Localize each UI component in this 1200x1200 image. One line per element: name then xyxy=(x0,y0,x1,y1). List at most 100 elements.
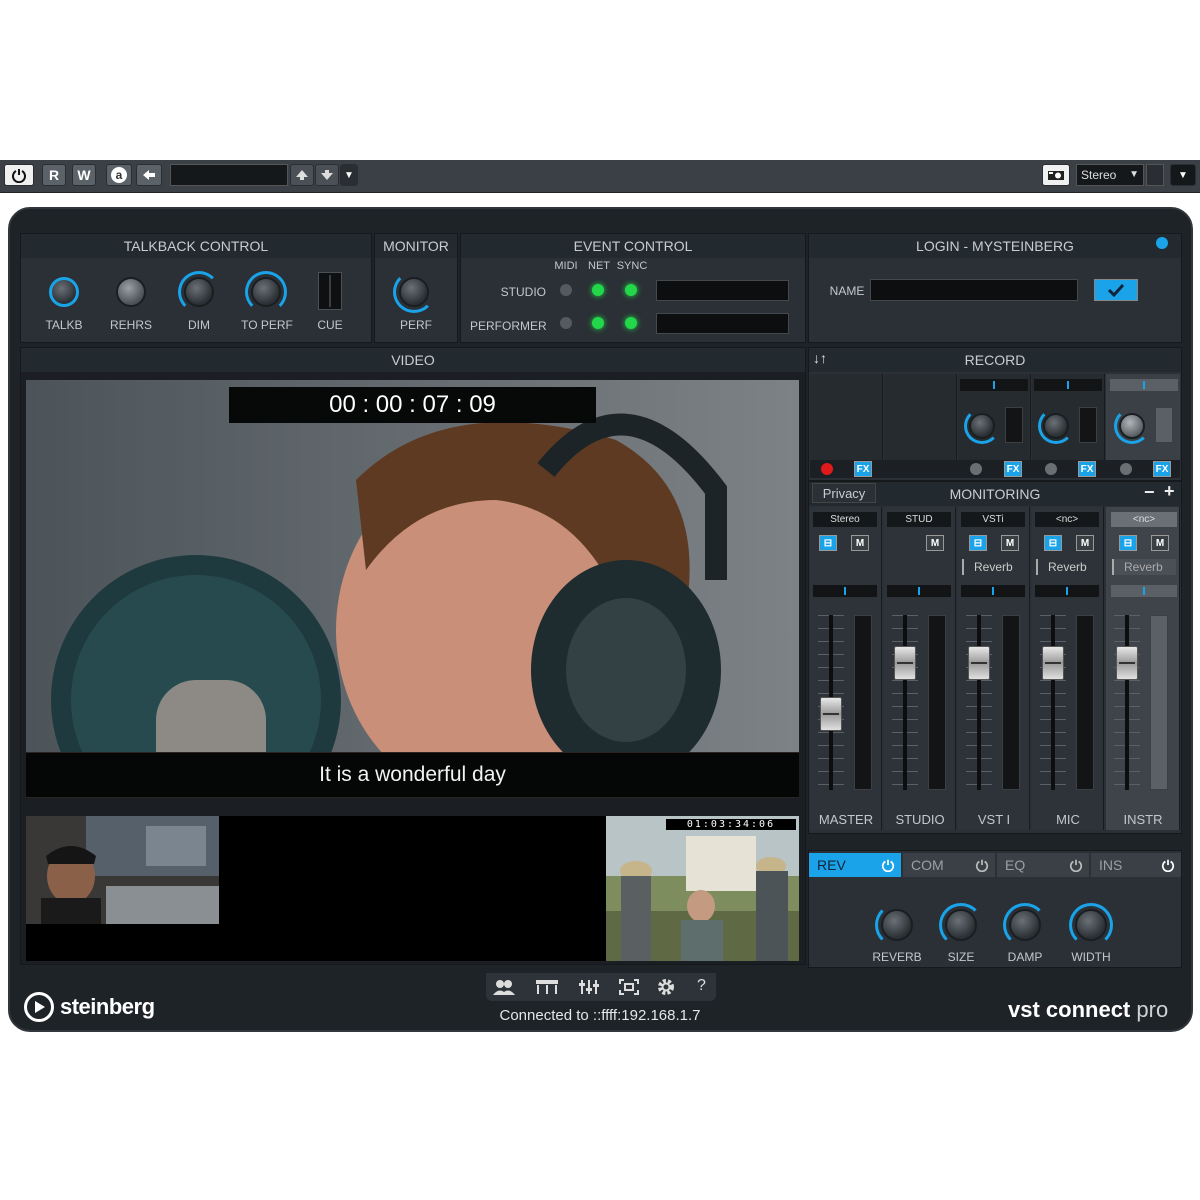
record-arm-mic[interactable] xyxy=(1045,463,1057,475)
mic-insert-slot[interactable]: Reverb xyxy=(1036,559,1100,575)
perf-knob[interactable] xyxy=(399,277,429,307)
master-fader[interactable] xyxy=(820,696,842,731)
to-perf-knob[interactable] xyxy=(251,277,281,307)
name-input[interactable] xyxy=(870,279,1078,301)
fx-button-instr[interactable]: FX xyxy=(1153,461,1171,477)
studio-channel-label: STUDIO xyxy=(895,812,945,827)
vsti-pan-control[interactable] xyxy=(961,585,1025,597)
preset-down-button[interactable] xyxy=(315,164,339,186)
master-route[interactable]: Stereo xyxy=(813,512,877,527)
mic-link-button[interactable]: ⊟ xyxy=(1044,535,1062,551)
record-arm-master[interactable] xyxy=(821,463,833,475)
power-icon xyxy=(975,859,989,872)
size-knob[interactable] xyxy=(945,909,977,941)
film-pip-thumbnail[interactable] xyxy=(606,816,799,961)
preset-menu-button[interactable]: ▼ xyxy=(340,164,358,186)
product-name: vst connect pro xyxy=(1008,997,1168,1023)
mic-pan-control[interactable] xyxy=(1035,585,1099,597)
mic-mute-button[interactable]: M xyxy=(1076,535,1094,551)
output-select[interactable]: Stereo ▼ xyxy=(1076,164,1144,186)
studio-cam-thumbnail[interactable] xyxy=(26,816,219,924)
help-button[interactable]: ? xyxy=(697,977,706,995)
instr-gain-knob[interactable] xyxy=(1119,413,1145,439)
login-confirm-button[interactable] xyxy=(1094,279,1138,301)
mic-route[interactable]: <nc> xyxy=(1035,512,1099,527)
record-arm-vsti[interactable] xyxy=(970,463,982,475)
gear-icon[interactable] xyxy=(657,978,675,996)
master-level-meter xyxy=(854,615,872,790)
mic-pan-bar[interactable] xyxy=(1034,379,1102,391)
vsti-route[interactable]: VSTi xyxy=(961,512,1025,527)
output-menu-button[interactable]: ▼ xyxy=(1170,164,1196,186)
fullscreen-icon[interactable] xyxy=(619,979,639,995)
damp-knob[interactable] xyxy=(1009,909,1041,941)
width-knob[interactable] xyxy=(1075,909,1107,941)
tab-com[interactable]: COM xyxy=(903,853,995,877)
tab-rev[interactable]: REV xyxy=(809,853,901,877)
master-mute-button[interactable]: M xyxy=(851,535,869,551)
performer-event-field xyxy=(656,313,789,334)
privacy-button[interactable]: Privacy xyxy=(812,483,876,503)
record-arm-instr[interactable] xyxy=(1120,463,1132,475)
record-title: RECORD xyxy=(809,348,1181,372)
vsti-insert-slot[interactable]: Reverb xyxy=(962,559,1026,575)
fx-button-master[interactable]: FX xyxy=(854,461,872,477)
vsti-mute-button[interactable]: M xyxy=(1001,535,1019,551)
fx-button-vsti[interactable]: FX xyxy=(1004,461,1022,477)
dim-knob[interactable] xyxy=(184,277,214,307)
sort-icon[interactable]: ↓↑ xyxy=(813,350,827,366)
reverb-knob[interactable] xyxy=(881,909,913,941)
instr-level-meter xyxy=(1150,615,1168,790)
mic-fader[interactable] xyxy=(1042,646,1064,681)
tab-eq[interactable]: EQ xyxy=(997,853,1089,877)
vsti-pan-bar[interactable] xyxy=(960,379,1028,391)
rehrs-knob[interactable] xyxy=(116,277,146,307)
studio-route[interactable]: STUD xyxy=(887,512,951,527)
back-button[interactable] xyxy=(136,164,162,186)
instr-route[interactable]: <nc> xyxy=(1111,512,1177,527)
preset-up-button[interactable] xyxy=(290,164,314,186)
midi-col-label: MIDI xyxy=(554,260,578,272)
studio-pan-bar[interactable] xyxy=(887,585,951,597)
mic-gain-knob[interactable] xyxy=(1043,413,1069,439)
timecode-display: 00 : 00 : 07 : 09 xyxy=(229,387,596,423)
instr-insert-slot[interactable]: Reverb xyxy=(1112,559,1176,575)
instr-pan-control[interactable] xyxy=(1111,585,1177,597)
tab-ins[interactable]: INS xyxy=(1091,853,1181,877)
master-pan-bar[interactable] xyxy=(813,585,877,597)
studio-fader[interactable] xyxy=(894,646,916,681)
tab-ins-label: INS xyxy=(1099,857,1123,873)
instr-pan-bar[interactable] xyxy=(1110,379,1178,391)
mixer-icon[interactable] xyxy=(579,979,601,995)
remove-channel-button[interactable]: − xyxy=(1144,482,1155,503)
vst-i-fader[interactable] xyxy=(968,646,990,681)
write-button[interactable]: W xyxy=(72,164,96,186)
instr-mute-button[interactable]: M xyxy=(1151,535,1169,551)
vsti-link-button[interactable]: ⊟ xyxy=(969,535,987,551)
to-perf-label: TO PERF xyxy=(241,318,293,332)
fx-button-mic[interactable]: FX xyxy=(1078,461,1096,477)
add-channel-button[interactable]: + xyxy=(1164,481,1175,502)
vsti-gain-knob[interactable] xyxy=(969,413,995,439)
power-icon xyxy=(1069,859,1083,872)
instr-fader[interactable] xyxy=(1116,646,1138,681)
layout-icon[interactable] xyxy=(535,979,559,995)
film-scene-image xyxy=(606,816,799,961)
users-icon[interactable] xyxy=(492,978,516,996)
read-button[interactable]: R xyxy=(42,164,66,186)
power-icon xyxy=(12,169,26,183)
vst-i-level-meter xyxy=(1002,615,1020,790)
studio-event-field xyxy=(656,280,789,301)
snapshot-button[interactable] xyxy=(1042,164,1070,186)
power-button[interactable] xyxy=(4,164,34,186)
studio-row-label: STUDIO xyxy=(500,285,546,299)
automation-button[interactable]: a xyxy=(106,164,132,186)
studio-mute-button[interactable]: M xyxy=(926,535,944,551)
master-link-button[interactable]: ⊟ xyxy=(819,535,837,551)
pip-timecode: 01:03:34:06 xyxy=(666,819,796,830)
instr-link-button[interactable]: ⊟ xyxy=(1119,535,1137,551)
preset-field[interactable] xyxy=(170,164,288,186)
mic-rec-meter xyxy=(1079,407,1097,443)
mic-channel-label: MIC xyxy=(1056,812,1080,827)
talkb-knob[interactable] xyxy=(49,277,79,307)
